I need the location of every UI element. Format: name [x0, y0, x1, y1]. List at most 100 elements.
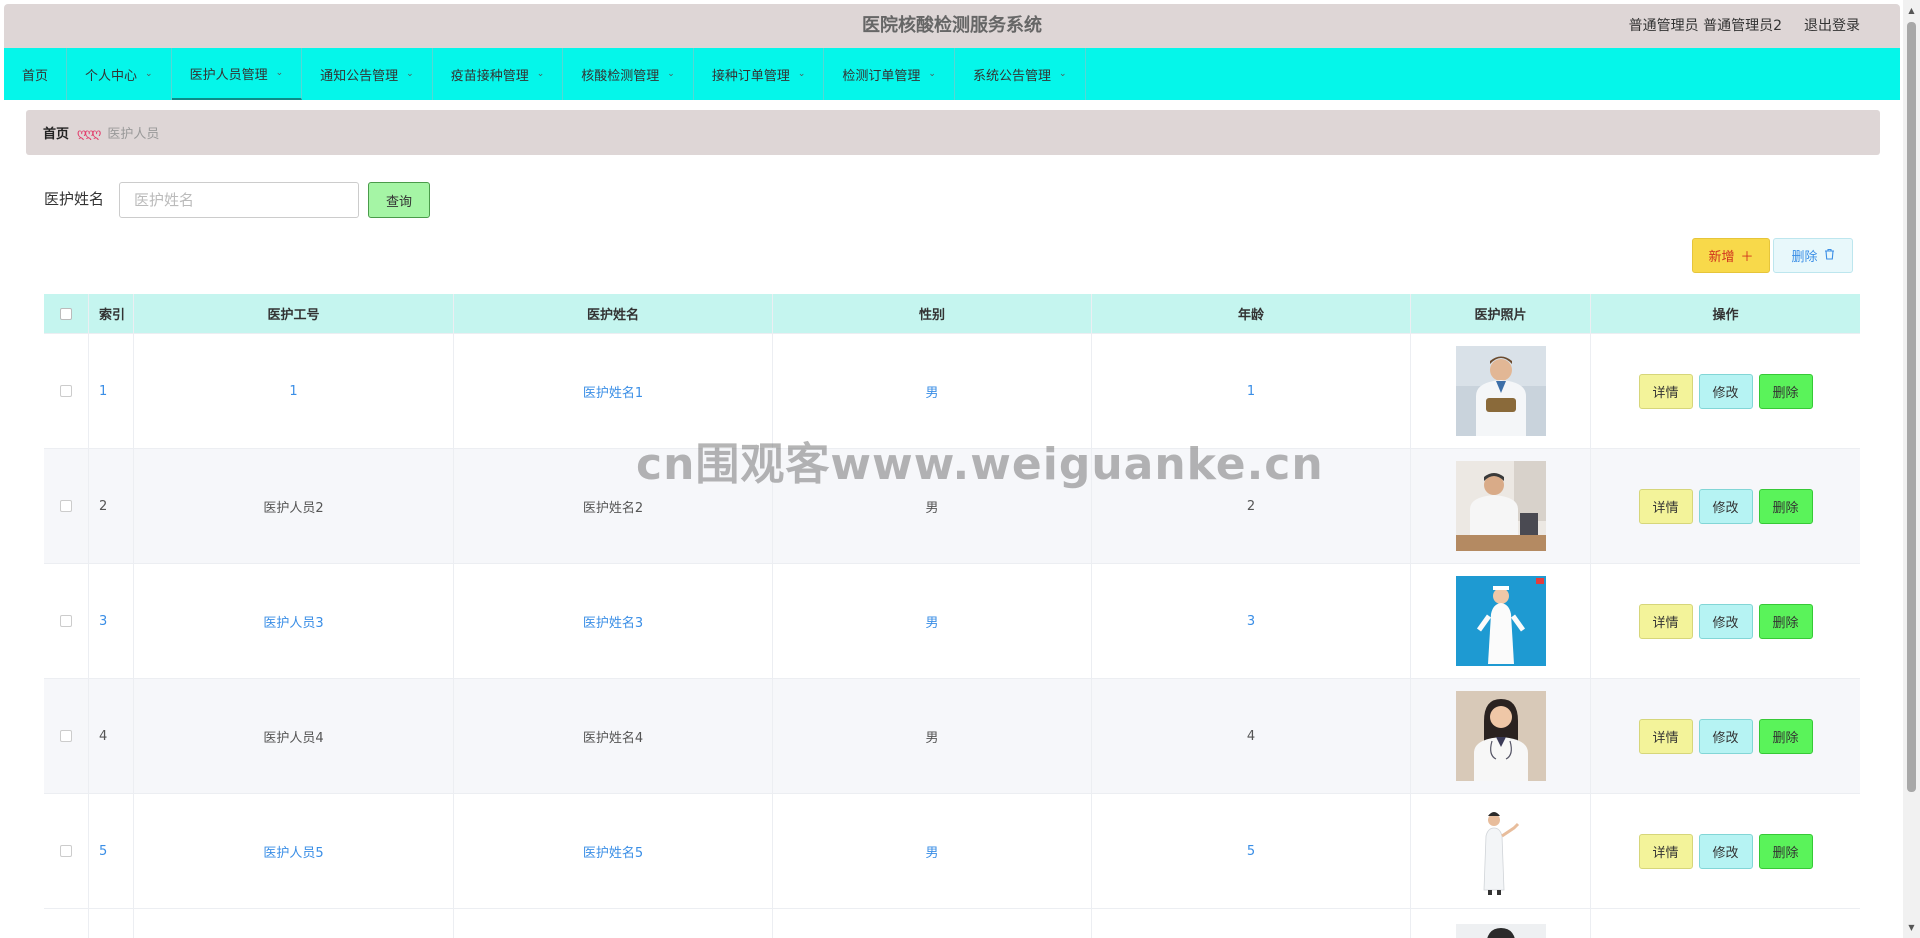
chevron-down-icon: ⌄	[928, 69, 936, 79]
edit-button[interactable]: 修改	[1698, 488, 1753, 524]
nav-item-home[interactable]: 首页	[4, 48, 68, 100]
app-title: 医院核酸检测服务系统	[862, 15, 1042, 36]
plus-icon: ＋	[1740, 250, 1754, 265]
select-all-checkbox[interactable]	[60, 307, 72, 320]
cell-staff-name	[454, 909, 773, 938]
cell-staff-no: 医护人员3	[134, 564, 454, 678]
cell-photo	[1411, 679, 1591, 793]
cell-index: 5	[89, 794, 134, 908]
delete-button[interactable]: 删除	[1758, 373, 1813, 409]
row-select-cell	[44, 794, 89, 908]
nurse-photo[interactable]	[1455, 576, 1546, 666]
delete-button-label: 删除	[1791, 250, 1818, 265]
nav-item-notices[interactable]: 通知公告管理 ⌄	[302, 48, 433, 100]
chevron-down-icon: ⌄	[275, 68, 284, 78]
batch-delete-button[interactable]: 删除	[1773, 238, 1853, 273]
table-header-row: 索引 医护工号 医护姓名 性别 年龄 医护照片 操作	[44, 294, 1860, 334]
cell-staff-no: 医护人员4	[134, 679, 454, 793]
cell-staff-no: 医护人员2	[134, 449, 454, 563]
nav-item-nucleic-test[interactable]: 核酸检测管理 ⌄	[563, 48, 694, 100]
row-checkbox[interactable]	[60, 385, 72, 397]
row-checkbox[interactable]	[60, 845, 72, 857]
detail-button[interactable]: 详情	[1638, 833, 1693, 869]
chevron-down-icon: ⌄	[145, 69, 153, 79]
cell-index	[89, 909, 134, 938]
main-nav: 首页 个人中心 ⌄ 医护人员管理 ⌄ 通知公告管理 ⌄ 疫苗接种管理 ⌄ 核酸检测管理 ⌄…	[4, 48, 1900, 100]
delete-button[interactable]: 删除	[1758, 718, 1813, 754]
cell-age: 4	[1092, 679, 1411, 793]
cell-index: 3	[89, 564, 134, 678]
column-header: 医护工号	[134, 294, 454, 333]
top-header: 医院核酸检测服务系统 普通管理员 普通管理员2 退出登录	[4, 4, 1900, 48]
logout-link[interactable]: 退出登录	[1804, 4, 1860, 48]
edit-button[interactable]: 修改	[1698, 833, 1753, 869]
row-select-cell	[44, 334, 89, 448]
row-select-cell	[44, 909, 89, 938]
detail-button[interactable]: 详情	[1638, 373, 1693, 409]
cell-age	[1092, 909, 1411, 938]
row-checkbox[interactable]	[60, 615, 72, 627]
doctor-photo[interactable]	[1455, 691, 1546, 781]
nav-label: 首页	[22, 68, 49, 84]
nav-label: 通知公告管理	[320, 68, 399, 84]
cell-staff-no: 医护人员5	[134, 794, 454, 908]
cell-age: 5	[1092, 794, 1411, 908]
nav-label: 个人中心	[85, 68, 138, 84]
edit-button[interactable]: 修改	[1698, 718, 1753, 754]
cell-index: 2	[89, 449, 134, 563]
delete-button[interactable]: 删除	[1758, 833, 1813, 869]
cell-actions: 详情 修改 删除	[1591, 449, 1860, 563]
chevron-down-icon: ⌄	[536, 69, 545, 79]
column-header: 性别	[773, 294, 1092, 333]
nav-item-test-orders[interactable]: 检测订单管理 ⌄	[824, 48, 955, 100]
staff-table: 索引 医护工号 医护姓名 性别 年龄 医护照片 操作 1 1 医护姓名1 男 1…	[44, 294, 1860, 938]
column-header: 索引	[89, 294, 134, 333]
cell-actions: 详情 修改 删除	[1591, 564, 1860, 678]
table-row: 3 医护人员3 医护姓名3 男 3 详情 修改 删除	[44, 564, 1860, 679]
scroll-down-arrow-icon[interactable]: ▼	[1903, 919, 1920, 936]
table-row: 4 医护人员4 医护姓名4 男 4 详情 修改 删除	[44, 679, 1860, 794]
delete-button[interactable]: 删除	[1758, 603, 1813, 639]
add-button[interactable]: 新增 ＋	[1692, 238, 1770, 273]
scrollbar-thumb[interactable]	[1907, 22, 1916, 792]
doctor-photo[interactable]	[1455, 346, 1546, 436]
detail-button[interactable]: 详情	[1638, 718, 1693, 754]
cell-staff-name: 医护姓名4	[454, 679, 773, 793]
chevron-down-icon: ⌄	[406, 69, 414, 79]
nav-label: 检测订单管理	[842, 68, 921, 84]
search-button[interactable]: 查询	[368, 182, 430, 218]
edit-button[interactable]: 修改	[1698, 603, 1753, 639]
nav-label: 医护人员管理	[189, 67, 268, 83]
doctor-photo[interactable]	[1455, 806, 1546, 896]
cell-photo	[1411, 794, 1591, 908]
row-checkbox[interactable]	[60, 730, 72, 742]
vertical-scrollbar[interactable]: ▲ ▼	[1903, 0, 1920, 938]
cell-index: 1	[89, 334, 134, 448]
edit-button[interactable]: 修改	[1698, 373, 1753, 409]
cell-photo	[1411, 909, 1591, 938]
select-all-cell	[44, 294, 89, 333]
cell-sex: 男	[773, 564, 1092, 678]
nav-item-vaccination-orders[interactable]: 接种订单管理 ⌄	[694, 48, 825, 100]
chevron-down-icon: ⌄	[797, 69, 806, 79]
watermark-text: cn围观客www.weiguanke.cn	[636, 439, 1324, 490]
delete-button[interactable]: 删除	[1758, 488, 1813, 524]
nav-item-system-notices[interactable]: 系统公告管理 ⌄	[955, 48, 1086, 100]
column-header: 医护照片	[1411, 294, 1591, 333]
doctor-photo[interactable]	[1455, 924, 1546, 938]
row-checkbox[interactable]	[60, 500, 72, 512]
nav-label: 疫苗接种管理	[450, 68, 529, 84]
trash-icon	[1824, 248, 1835, 264]
scroll-up-arrow-icon[interactable]: ▲	[1903, 2, 1920, 19]
nav-item-personal-center[interactable]: 个人中心 ⌄	[67, 48, 172, 100]
nav-item-medical-staff[interactable]: 医护人员管理 ⌄	[171, 48, 303, 100]
cell-actions: 详情 修改 删除	[1591, 334, 1860, 448]
detail-button[interactable]: 详情	[1638, 603, 1693, 639]
search-label: 医护姓名	[44, 190, 105, 208]
current-user: 普通管理员 普通管理员2	[1628, 18, 1782, 34]
doctor-photo[interactable]	[1455, 461, 1546, 551]
detail-button[interactable]: 详情	[1638, 488, 1693, 524]
search-input[interactable]	[119, 182, 359, 218]
breadcrumb-home[interactable]: 首页	[43, 123, 69, 142]
nav-item-vaccination[interactable]: 疫苗接种管理 ⌄	[433, 48, 564, 100]
